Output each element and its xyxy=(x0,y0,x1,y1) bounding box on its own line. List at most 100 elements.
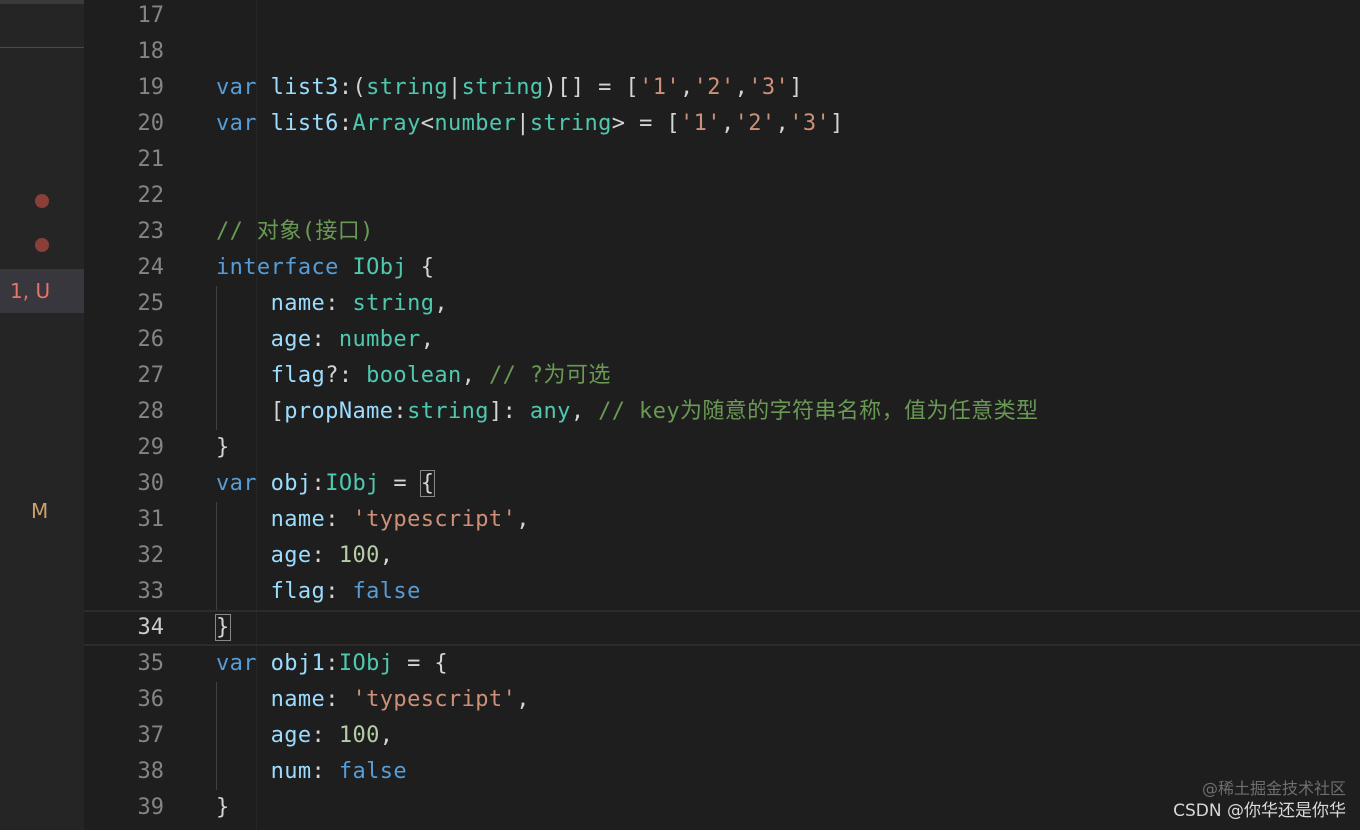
code-line[interactable]: 25 name: string, xyxy=(84,286,1360,322)
line-number: 28 xyxy=(137,399,165,424)
line-number: 24 xyxy=(137,255,165,280)
code-text[interactable]: flag?: boolean, // ?为可选 xyxy=(216,358,611,394)
line-number: 37 xyxy=(137,723,165,748)
code-token: : xyxy=(311,759,339,784)
code-text[interactable]: var list3:(string|string)[] = ['1','2','… xyxy=(216,70,803,106)
code-text[interactable]: age: number, xyxy=(216,322,434,358)
line-number: 25 xyxy=(137,291,165,316)
code-line[interactable]: 31 name: 'typescript', xyxy=(84,502,1360,538)
code-line[interactable]: 39} xyxy=(84,790,1360,826)
code-line[interactable]: 38 num: false xyxy=(84,754,1360,790)
code-token: , xyxy=(420,327,435,352)
code-text[interactable]: var obj1:IObj = { xyxy=(216,646,448,682)
code-line[interactable]: 26 age: number, xyxy=(84,322,1360,358)
code-token: false xyxy=(338,759,408,784)
code-text[interactable]: var obj:IObj = { xyxy=(216,466,436,502)
code-token: list6 xyxy=(270,111,339,136)
code-line[interactable]: 21 xyxy=(84,142,1360,178)
code-token: , xyxy=(379,723,394,748)
line-number: 19 xyxy=(137,75,165,100)
code-token: : xyxy=(325,651,339,676)
line-number: 39 xyxy=(137,795,165,820)
code-text[interactable]: } xyxy=(215,612,231,644)
bracket-match: } xyxy=(215,614,231,641)
code-line[interactable]: 18 xyxy=(84,34,1360,70)
code-token: age xyxy=(270,543,312,568)
breakpoint-dot-icon xyxy=(35,238,49,252)
code-token: : xyxy=(325,687,353,712)
code-text[interactable]: age: 100, xyxy=(216,538,393,574)
code-line[interactable]: 28 [propName:string]: any, // key为随意的字符串… xyxy=(84,394,1360,430)
code-token: // 对象(接口) xyxy=(216,219,374,244)
code-token: 'typescript' xyxy=(352,687,517,712)
line-number: 27 xyxy=(137,363,165,388)
code-token: // ?为可选 xyxy=(488,363,611,388)
code-text[interactable]: name: string, xyxy=(216,286,448,322)
code-line[interactable]: 22 xyxy=(84,178,1360,214)
code-text[interactable]: num: false xyxy=(216,754,407,790)
code-token: 100 xyxy=(338,543,380,568)
code-line[interactable]: 29} xyxy=(84,430,1360,466)
code-line[interactable]: 24 interface IObj { xyxy=(84,250,1360,286)
code-token: ] xyxy=(789,75,803,100)
code-line[interactable]: 32 age: 100, xyxy=(84,538,1360,574)
code-token: :( xyxy=(338,75,367,100)
watermark: @稀土掘金技术社区 CSDN @你华还是你华 xyxy=(1173,778,1346,822)
code-token: var xyxy=(216,75,257,100)
code-token: Array xyxy=(352,111,421,136)
code-token: '1' xyxy=(639,75,680,100)
line-number: 32 xyxy=(137,543,165,568)
code-token: : xyxy=(325,579,353,604)
code-token: > = [ xyxy=(611,111,681,136)
code-line[interactable]: 27 flag?: boolean, // ?为可选 xyxy=(84,358,1360,394)
explorer-sidebar: 1, U M xyxy=(0,0,84,830)
code-text[interactable]: flag: false xyxy=(216,574,421,610)
code-text[interactable]: } xyxy=(216,430,230,466)
code-text[interactable]: interface IObj { xyxy=(216,250,434,286)
code-line[interactable]: 17 xyxy=(84,0,1360,34)
code-line[interactable]: 36 name: 'typescript', xyxy=(84,682,1360,718)
code-token: boolean xyxy=(366,363,462,388)
code-line[interactable]: 34} xyxy=(84,610,1360,646)
code-token: 100 xyxy=(338,723,380,748)
code-token: name xyxy=(270,507,326,532)
code-token: age xyxy=(270,327,312,352)
code-text[interactable]: name: 'typescript', xyxy=(216,502,530,538)
code-token: : xyxy=(393,399,408,424)
code-token: propName xyxy=(284,399,394,424)
code-editor[interactable]: 17 18 19 var list3:(string|string)[] = ['1'… xyxy=(84,0,1360,830)
code-token: age xyxy=(270,723,312,748)
code-token: : xyxy=(338,111,353,136)
code-token: , xyxy=(775,111,790,136)
code-line[interactable]: 33 flag: false xyxy=(84,574,1360,610)
line-number: 18 xyxy=(137,39,165,64)
code-token: IObj xyxy=(325,471,380,496)
code-line[interactable]: 30 var obj:IObj = { xyxy=(84,466,1360,502)
code-text[interactable]: var list6:Array<number|string> = ['1','2… xyxy=(216,106,844,142)
code-token: flag xyxy=(270,579,326,604)
code-line[interactable]: 37 age: 100, xyxy=(84,718,1360,754)
code-token: // key为随意的字符串名称，值为任意类型 xyxy=(598,399,1039,424)
code-text[interactable]: // 对象(接口) xyxy=(216,214,374,250)
code-text[interactable]: } xyxy=(216,790,230,826)
line-number: 35 xyxy=(137,651,165,676)
code-line[interactable]: 35 var obj1:IObj = { xyxy=(84,646,1360,682)
sidebar-divider xyxy=(0,47,84,48)
code-line[interactable]: 20 var list6:Array<number|string> = ['1',… xyxy=(84,106,1360,142)
code-line[interactable]: 19 var list3:(string|string)[] = ['1','2'… xyxy=(84,70,1360,106)
code-token: obj1 xyxy=(270,651,326,676)
code-text[interactable]: name: 'typescript', xyxy=(216,682,530,718)
code-line[interactable]: 23 // 对象(接口) xyxy=(84,214,1360,250)
code-text[interactable]: [propName:string]: any, // key为随意的字符串名称，… xyxy=(216,394,1038,430)
line-number: 17 xyxy=(137,3,165,28)
line-number: 36 xyxy=(137,687,165,712)
code-text[interactable]: age: 100, xyxy=(216,718,393,754)
code-token: string xyxy=(352,291,435,316)
